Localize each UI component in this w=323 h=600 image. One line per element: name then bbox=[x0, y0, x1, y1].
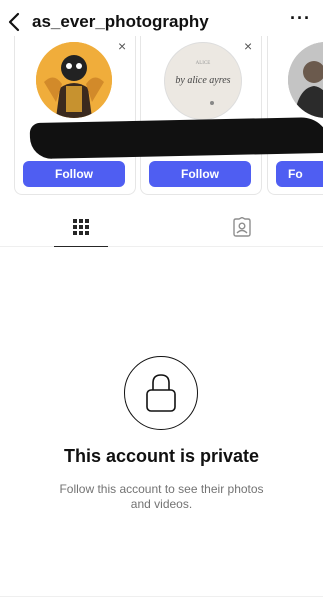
suggestion-avatar[interactable] bbox=[288, 42, 323, 118]
private-account-title: This account is private bbox=[63, 446, 260, 466]
tab-posts-grid[interactable] bbox=[54, 208, 108, 247]
dismiss-suggestion-icon[interactable]: × bbox=[118, 38, 126, 54]
profile-username: as_ever_photography bbox=[32, 12, 209, 31]
suggestion-card: Fo bbox=[267, 36, 323, 195]
suggestion-card: × ALICE by alice ayres Follow bbox=[140, 36, 262, 195]
avatar-logo-text: by alice ayres bbox=[175, 75, 231, 86]
divider bbox=[0, 596, 323, 597]
lock-icon bbox=[146, 374, 176, 412]
back-arrow-icon[interactable] bbox=[4, 11, 26, 33]
suggestion-avatar[interactable] bbox=[36, 42, 112, 118]
profile-tabs bbox=[0, 208, 323, 247]
avatar-dot bbox=[210, 101, 214, 105]
follow-button[interactable]: Follow bbox=[149, 161, 251, 187]
private-account-subtitle: Follow this account to see their photos … bbox=[59, 482, 264, 511]
redaction-scribble bbox=[29, 116, 323, 160]
more-options-icon[interactable]: ··· bbox=[290, 8, 311, 29]
dismiss-suggestion-icon[interactable]: × bbox=[244, 38, 252, 54]
private-lock-badge bbox=[124, 356, 198, 430]
suggestion-card: × Follow bbox=[14, 36, 136, 195]
suggestion-avatar[interactable]: ALICE by alice ayres bbox=[164, 42, 242, 120]
follow-button[interactable]: Fo bbox=[276, 161, 323, 187]
follow-button[interactable]: Follow bbox=[23, 161, 125, 187]
tab-tagged[interactable] bbox=[215, 208, 269, 246]
avatar-small-text: ALICE bbox=[195, 61, 211, 66]
suggested-accounts: × Follow × ALICE by alice ayres Follow F… bbox=[0, 36, 323, 198]
grid-icon bbox=[73, 219, 89, 235]
tagged-person-icon bbox=[233, 217, 251, 237]
